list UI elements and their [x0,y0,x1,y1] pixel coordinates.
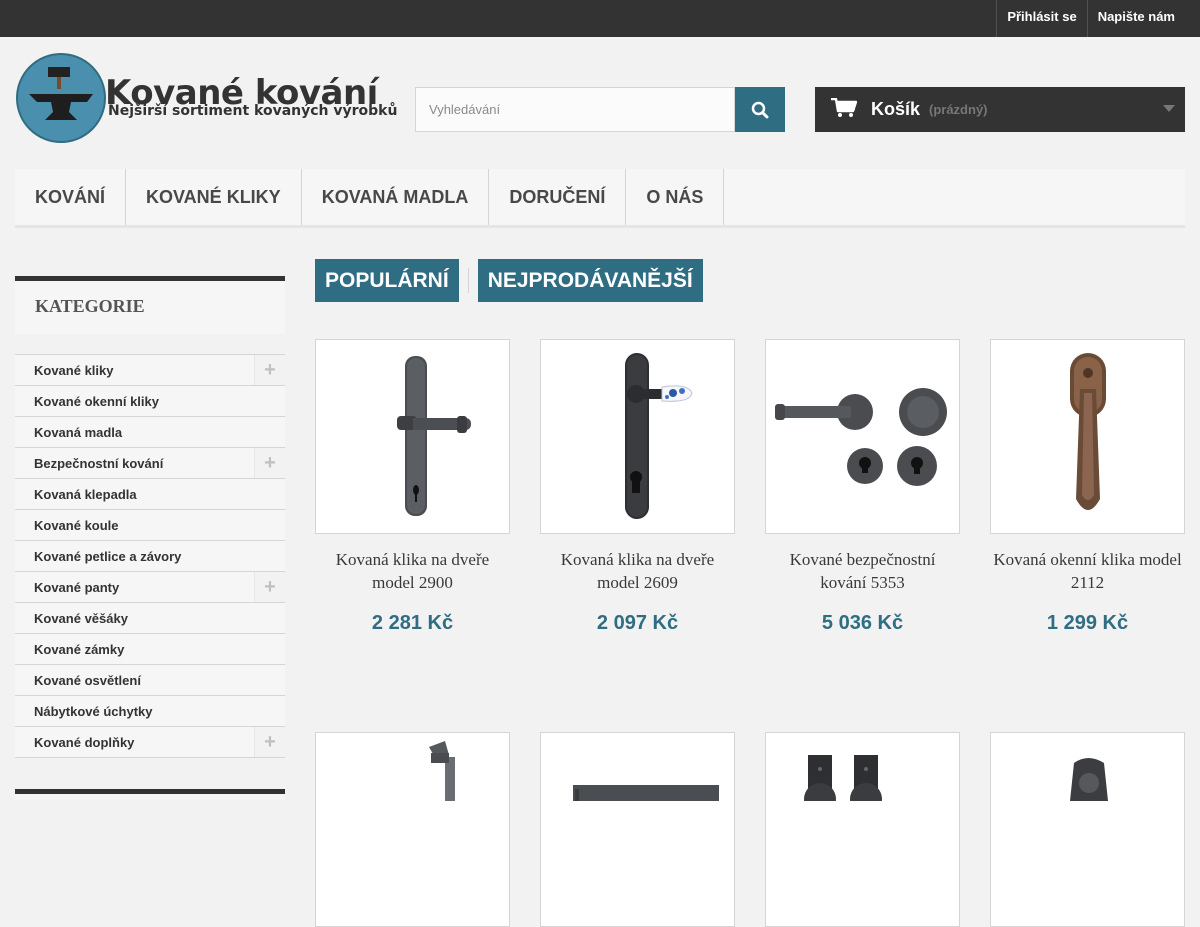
sidebar-category-item[interactable]: Kované petlice a závory [15,540,285,571]
sidebar-category-item[interactable]: Kované doplňky + [15,726,285,758]
search-button[interactable] [735,87,785,132]
cart-button[interactable]: Košík (prázdný) [815,87,1185,132]
login-link[interactable]: Přihlásit se [996,0,1086,37]
sidebar-category-label: Kované okenní kliky [34,394,159,409]
nav-item-kovane-kliky[interactable]: Kované kliky [126,169,302,225]
window-handle-image [1069,353,1106,510]
product-image[interactable] [540,339,735,534]
security-hardware-set-image [774,387,947,486]
door-handle-plate-image [396,355,471,516]
sidebar-header: Kategorie [15,276,285,334]
sidebar-category-label: Kované zámky [34,642,125,657]
bolt-latch-image [572,785,719,801]
sidebar-category-item[interactable]: Kované koule [15,509,285,540]
logo-subtitle: Nejširší sortiment kovaných výrobků [108,103,398,119]
sidebar-category-label: Kované petlice a závory [34,549,182,564]
sidebar-category-item[interactable]: Nábytkové úchytky [15,695,285,726]
product-price: 2 097 Kč [596,612,679,634]
sidebar-category-label: Kovaná madla [34,425,123,440]
product-card[interactable]: Kovaná okenní klika model 2112 1 299 Kč [990,339,1185,635]
product-image[interactable] [315,339,510,534]
nav-item-kovana-madla[interactable]: Kovaná madla [302,169,490,225]
cart-label: Košík [871,99,921,119]
sidebar-category-label: Kovaná klepadla [34,487,137,502]
product-image[interactable] [990,732,1185,927]
tab-popular[interactable]: Populární [315,259,459,302]
product-image[interactable] [765,339,960,534]
product-card[interactable] [990,732,1185,927]
sidebar-category-label: Bezpečnostní kování [34,456,164,471]
product-name[interactable]: Kované bezpečnostní kování 5353 [765,548,960,594]
product-image[interactable] [990,339,1185,534]
sidebar-category-label: Kované osvětlení [34,673,141,688]
product-image[interactable] [540,732,735,927]
shopping-cart-icon [831,98,857,117]
sidebar-title: Kategorie [35,296,145,316]
tab-divider [467,268,469,293]
product-card[interactable]: Kovaná klika na dveře model 2900 2 281 K… [315,339,510,635]
tab-bestsellers[interactable]: Nejprodávanější [477,259,703,302]
door-knob-set-image [803,755,882,801]
product-price: 1 299 Kč [1046,612,1129,634]
nav-item-o-nas[interactable]: O nás [626,169,725,225]
expand-plus-icon[interactable]: + [254,727,285,757]
search-icon [751,101,769,118]
knob-image [1069,758,1108,801]
sidebar-category-item[interactable]: Kované kliky + [15,354,285,385]
product-price: 2 281 Kč [371,612,454,634]
contact-link[interactable]: Napište nám [1086,0,1185,37]
sidebar-category-label: Nábytkové úchytky [34,704,153,719]
porcelain-door-handle-image [624,353,693,519]
product-name[interactable]: Kovaná klika na dveře model 2900 [315,548,510,594]
product-card[interactable] [540,732,735,927]
sidebar-category-item[interactable]: Bezpečnostní kování + [15,447,285,478]
sidebar-category-item[interactable]: Kovaná klepadla [15,478,285,509]
sidebar-category-item[interactable]: Kované okenní kliky [15,385,285,416]
product-image[interactable] [765,732,960,927]
cart-status: (prázdný) [929,102,988,117]
sidebar-category-label: Kované doplňky [34,735,135,750]
sidebar-category-item[interactable]: Kovaná madla [15,416,285,447]
anvil-logo-icon [16,53,106,143]
product-name[interactable]: Kovaná klika na dveře model 2609 [540,548,735,594]
search-bar [415,87,785,132]
expand-plus-icon[interactable]: + [254,355,285,385]
product-image[interactable] [315,732,510,927]
product-card[interactable]: Kovaná klika na dveře model 2609 2 097 K… [540,339,735,635]
category-list: Kované kliky + Kované okenní kliky Kovaná m… [15,354,285,758]
chevron-down-icon [1163,105,1175,112]
sidebar-category-label: Kované věšáky [34,611,128,626]
product-card[interactable]: Kované bezpečnostní kování 5353 5 036 Kč [765,339,960,635]
sidebar-category-label: Kované koule [34,518,119,533]
sidebar-category-item[interactable]: Kované panty + [15,571,285,602]
nav-item-doruceni[interactable]: Doručení [489,169,627,225]
top-bar: Přihlásit se Napište nám [0,0,1200,37]
product-card[interactable] [315,732,510,927]
nav-item-kovani[interactable]: Kování [15,169,127,225]
top-links: Přihlásit se Napište nám [996,0,1185,37]
sidebar-category-label: Kované kliky [34,363,114,378]
sidebar-category-item[interactable]: Kované věšáky [15,602,285,633]
sidebar-category-item[interactable]: Kované zámky [15,633,285,664]
sidebar-category-label: Kované panty [34,580,120,595]
product-card[interactable] [765,732,960,927]
search-input[interactable] [415,87,735,132]
main-nav: Kování Kované kliky Kovaná madla Doručen… [15,169,1185,228]
product-name[interactable]: Kovaná okenní klika model 2112 [990,548,1185,594]
product-tabs: Populární Nejprodávanější [315,259,703,302]
handle-image [428,741,455,801]
expand-plus-icon[interactable]: + [254,448,285,478]
product-price: 5 036 Kč [821,612,904,634]
sidebar-category-item[interactable]: Kované osvětlení [15,664,285,695]
expand-plus-icon[interactable]: + [254,572,285,602]
sidebar-next-block [15,789,285,800]
